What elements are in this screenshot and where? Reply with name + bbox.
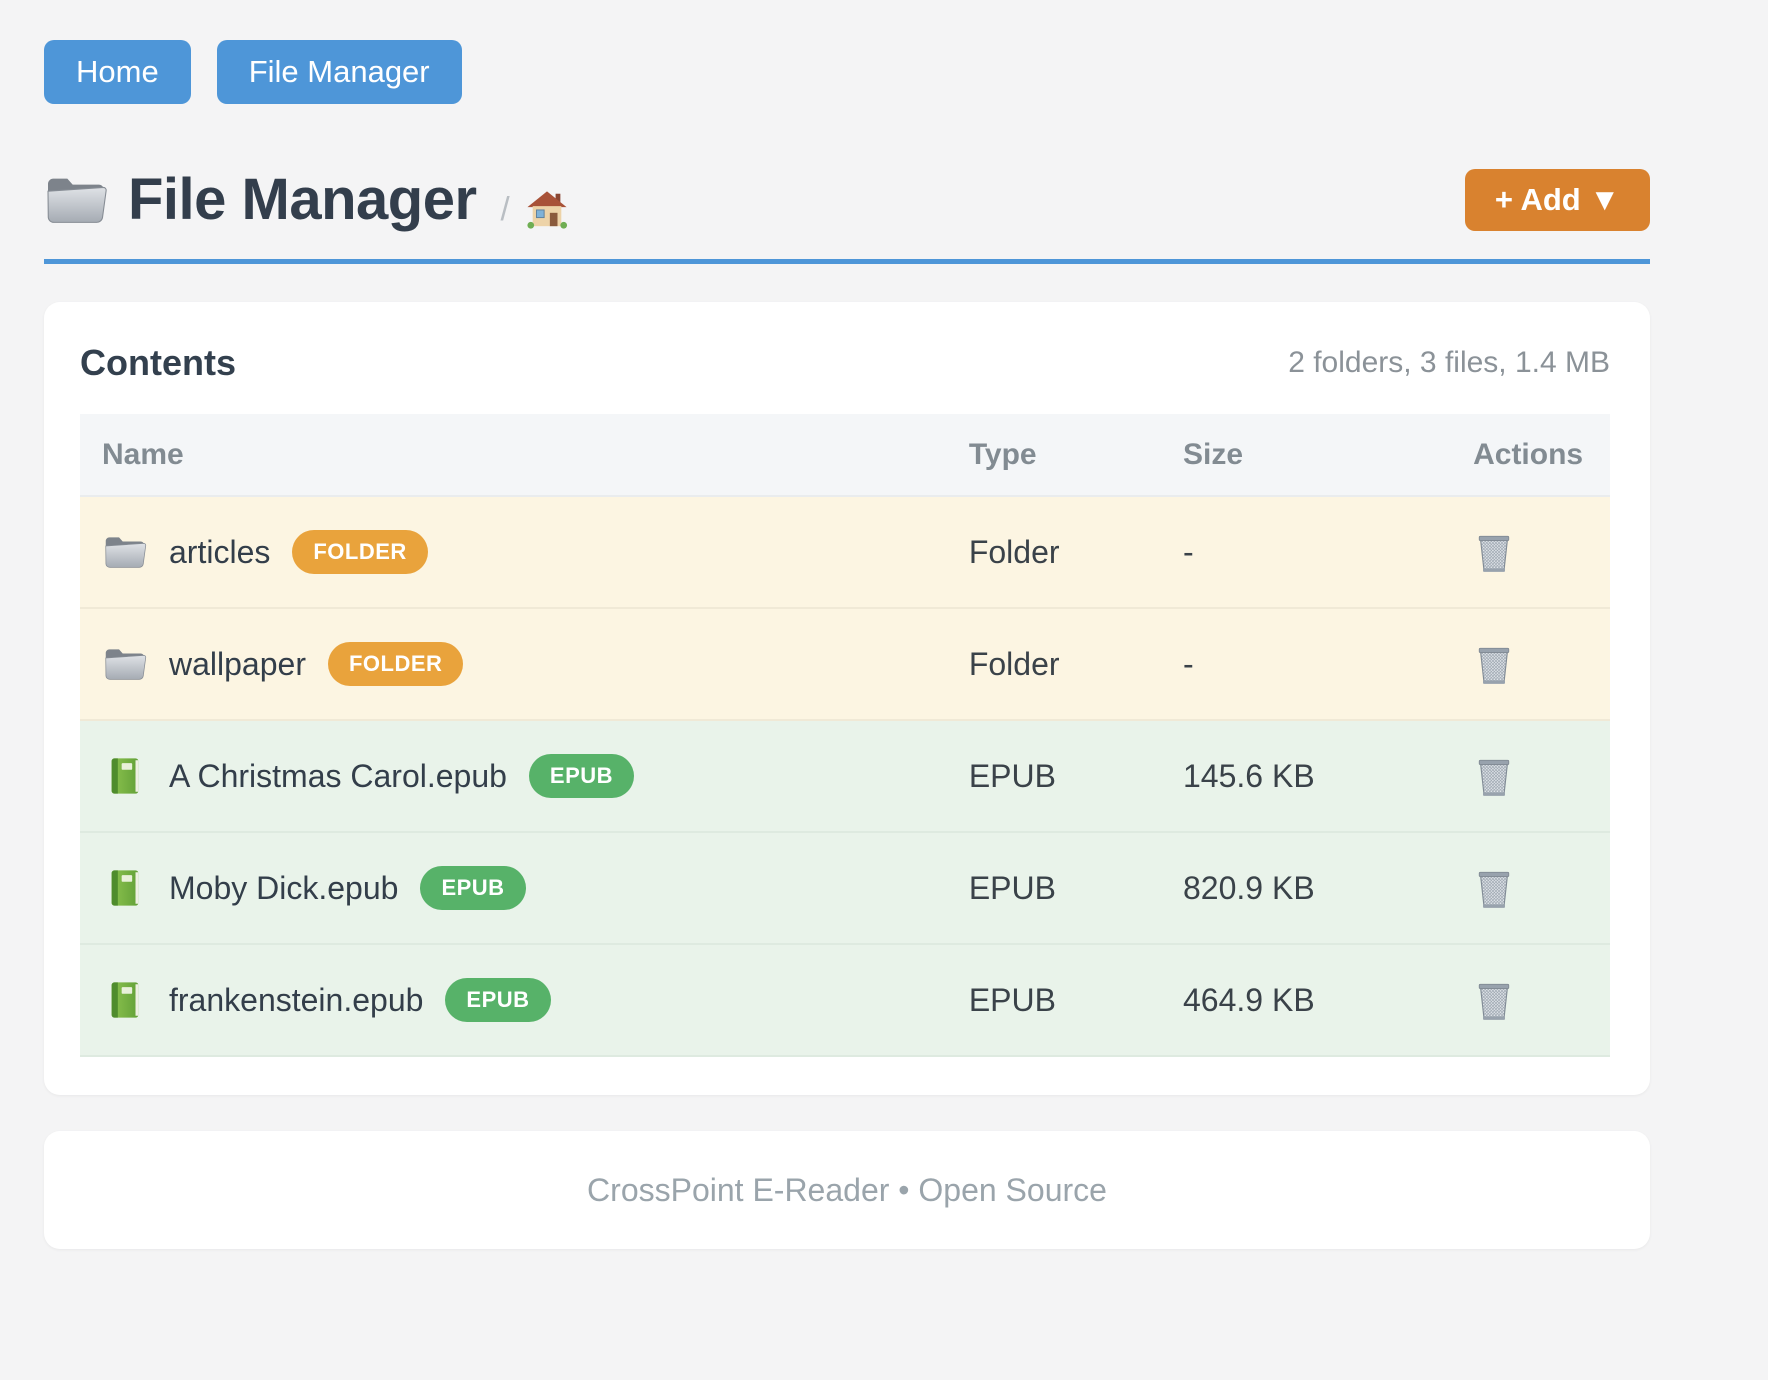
- file-name[interactable]: Moby Dick.epub: [169, 870, 398, 907]
- folder-icon: [44, 172, 108, 228]
- trash-icon: [1473, 977, 1515, 1023]
- delete-button[interactable]: [1473, 529, 1515, 575]
- file-type: EPUB: [937, 944, 1151, 1056]
- file-type: Folder: [937, 496, 1151, 608]
- contents-table-body: articles FOLDER Folder -: [80, 496, 1610, 1056]
- contents-card-header: Contents 2 folders, 3 files, 1.4 MB: [80, 342, 1610, 384]
- trash-icon: [1473, 753, 1515, 799]
- page-header: File Manager / + Add ▼: [44, 166, 1650, 233]
- trash-icon: [1473, 529, 1515, 575]
- folder-icon: [103, 531, 147, 573]
- contents-title: Contents: [80, 342, 236, 384]
- file-type-badge: EPUB: [445, 978, 550, 1022]
- file-type-badge: EPUB: [420, 866, 525, 910]
- folder-icon: [103, 643, 147, 685]
- column-header-size: Size: [1151, 414, 1411, 496]
- home-nav-button[interactable]: Home: [44, 40, 191, 104]
- book-icon: [103, 979, 147, 1021]
- delete-button[interactable]: [1473, 865, 1515, 911]
- file-type: EPUB: [937, 720, 1151, 832]
- delete-button[interactable]: [1473, 641, 1515, 687]
- book-icon: [103, 755, 147, 797]
- footer-card: CrossPoint E-Reader • Open Source: [44, 1131, 1650, 1249]
- file-manager-nav-button[interactable]: File Manager: [217, 40, 462, 104]
- delete-button[interactable]: [1473, 977, 1515, 1023]
- add-button[interactable]: + Add ▼: [1465, 169, 1650, 231]
- table-header-row: Name Type Size Actions: [80, 414, 1610, 496]
- file-name[interactable]: frankenstein.epub: [169, 982, 423, 1019]
- column-header-actions: Actions: [1411, 414, 1610, 496]
- table-row: articles FOLDER Folder -: [80, 496, 1610, 608]
- contents-summary: 2 folders, 3 files, 1.4 MB: [1288, 346, 1610, 380]
- table-row: Moby Dick.epub EPUB EPUB 820.9 KB: [80, 832, 1610, 944]
- table-row: A Christmas Carol.epub EPUB EPUB 145.6 K…: [80, 720, 1610, 832]
- file-name[interactable]: articles: [169, 534, 270, 571]
- breadcrumb-separator: /: [501, 190, 510, 228]
- breadcrumb: /: [501, 188, 568, 230]
- home-icon[interactable]: [526, 188, 568, 230]
- title-divider: [44, 259, 1650, 264]
- contents-table: Name Type Size Actions: [80, 414, 1610, 1057]
- column-header-type: Type: [937, 414, 1151, 496]
- file-type-badge: FOLDER: [328, 642, 463, 686]
- file-size: -: [1151, 496, 1411, 608]
- trash-icon: [1473, 641, 1515, 687]
- file-name[interactable]: wallpaper: [169, 646, 306, 683]
- file-type: Folder: [937, 608, 1151, 720]
- book-icon: [103, 867, 147, 909]
- file-type: EPUB: [937, 832, 1151, 944]
- delete-button[interactable]: [1473, 753, 1515, 799]
- contents-card: Contents 2 folders, 3 files, 1.4 MB Name…: [44, 302, 1650, 1095]
- table-row: frankenstein.epub EPUB EPUB 464.9 KB: [80, 944, 1610, 1056]
- file-type-badge: FOLDER: [292, 530, 427, 574]
- table-row: wallpaper FOLDER Folder -: [80, 608, 1610, 720]
- file-name[interactable]: A Christmas Carol.epub: [169, 758, 507, 795]
- column-header-name: Name: [80, 414, 937, 496]
- file-type-badge: EPUB: [529, 754, 634, 798]
- file-size: 145.6 KB: [1151, 720, 1411, 832]
- file-size: 464.9 KB: [1151, 944, 1411, 1056]
- footer-text: CrossPoint E-Reader • Open Source: [587, 1172, 1107, 1209]
- trash-icon: [1473, 865, 1515, 911]
- page-title: File Manager: [128, 166, 477, 233]
- file-size: -: [1151, 608, 1411, 720]
- file-size: 820.9 KB: [1151, 832, 1411, 944]
- top-nav: Home File Manager: [44, 40, 1768, 104]
- file-manager-page: Home File Manager File Manager /: [0, 0, 1768, 1249]
